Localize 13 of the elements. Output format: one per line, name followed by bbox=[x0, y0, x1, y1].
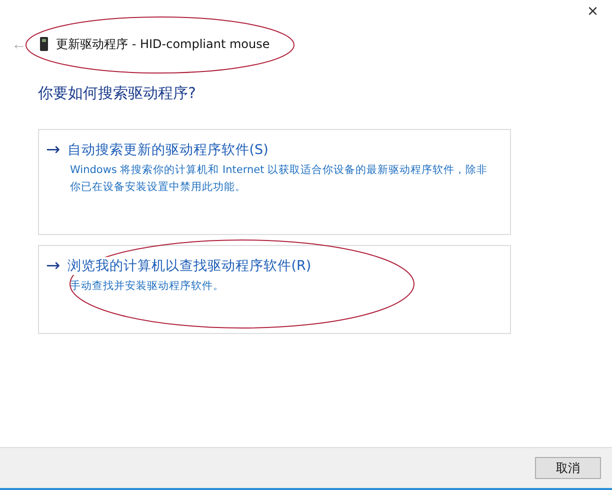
option-description: Windows 将搜索你的计算机和 Internet 以获取适合你设备的最新驱动程序软件，除非你已在设备安装设置中禁用此功能。 bbox=[70, 163, 489, 195]
page-heading: 你要如何搜索驱动程序? bbox=[38, 84, 197, 103]
device-icon bbox=[40, 37, 48, 51]
arrow-icon: → bbox=[46, 256, 60, 276]
option-card[interactable]: → 浏览我的计算机以查找驱动程序软件(R) 手动查找并安装驱动程序软件。 bbox=[38, 245, 511, 334]
option-title: 浏览我的计算机以查找驱动程序软件(R) bbox=[67, 257, 312, 275]
option-card[interactable]: → 自动搜索更新的驱动程序软件(S) Windows 将搜索你的计算机和 Internet 以获取适合你设备的最新驱动程序软件，除非你已在设备安装设置中禁用此功能。 bbox=[38, 129, 511, 235]
window-title: 更新驱动程序 - HID-compliant mouse bbox=[56, 36, 270, 52]
option-title: 自动搜索更新的驱动程序软件(S) bbox=[67, 141, 268, 159]
arrow-icon: → bbox=[46, 140, 60, 160]
close-button[interactable]: × bbox=[581, 0, 604, 22]
option-description: 手动查找并安装驱动程序软件。 bbox=[70, 279, 225, 294]
cancel-button[interactable]: 取消 bbox=[535, 457, 601, 479]
